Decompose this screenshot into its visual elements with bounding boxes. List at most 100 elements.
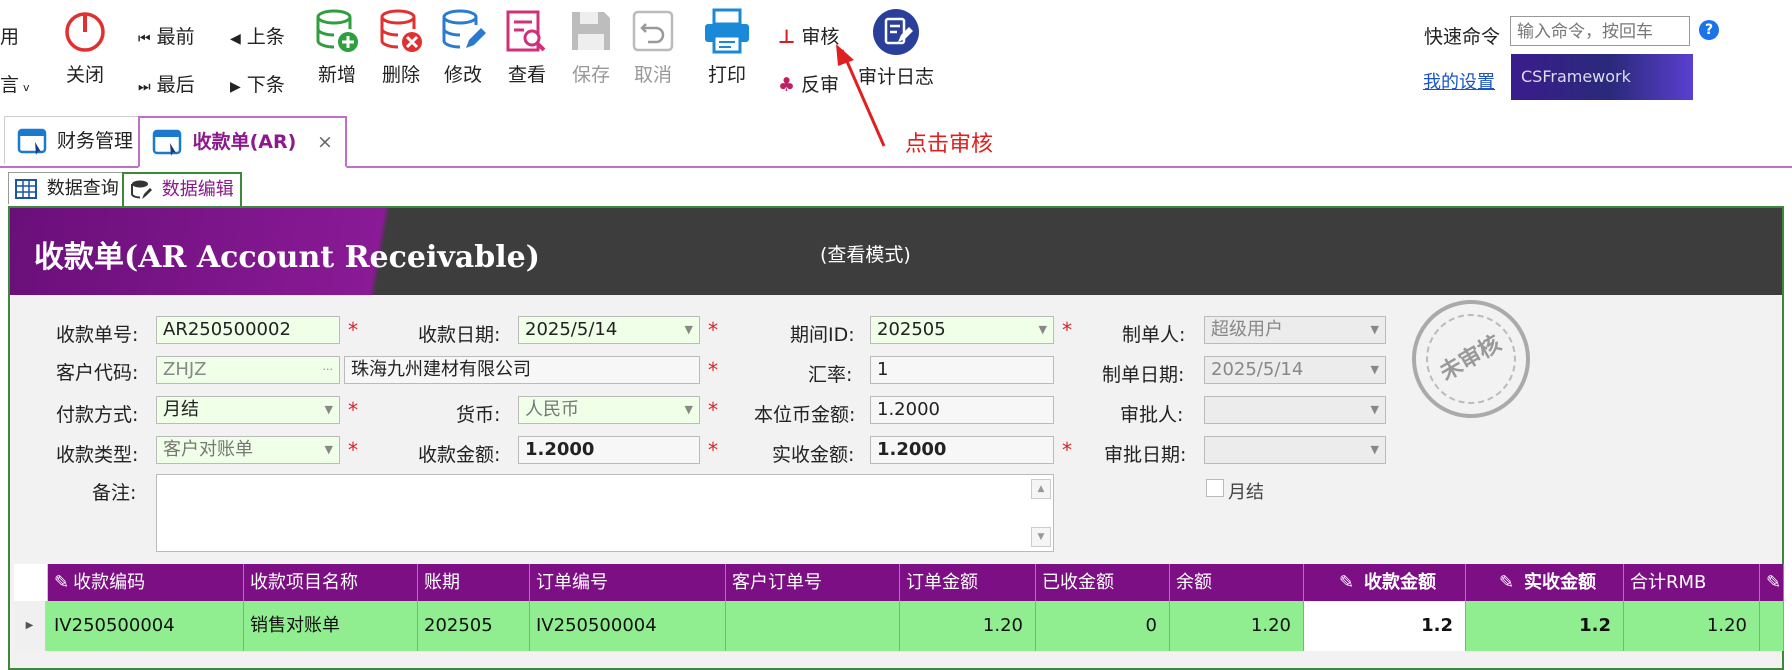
table-cell[interactable]: 1.2 bbox=[1304, 601, 1466, 651]
column-header[interactable]: 订单编号 bbox=[530, 564, 726, 601]
approve-date-field[interactable]: ▼ bbox=[1204, 436, 1386, 464]
tab-data-query[interactable]: 数据查询 bbox=[8, 172, 126, 204]
column-header[interactable]: 已收金额 bbox=[1036, 564, 1170, 601]
chevron-down-icon[interactable]: ▼ bbox=[685, 397, 693, 423]
customer-code-field[interactable]: ZHJZ ··· bbox=[156, 356, 340, 384]
quick-command-input[interactable]: 输入命令，按回车 bbox=[1510, 16, 1690, 46]
receipt-amount-field[interactable]: 1.2000 bbox=[518, 436, 700, 464]
column-header[interactable]: 订单金额 bbox=[900, 564, 1036, 601]
document-tabbar: 财务管理 收款单(AR) × bbox=[0, 114, 1792, 168]
chevron-down-icon[interactable]: ▼ bbox=[1371, 397, 1379, 423]
rate-field[interactable]: 1 bbox=[870, 356, 1054, 384]
receipt-date-field[interactable]: 2025/5/14 ▼ bbox=[518, 316, 700, 344]
print-button[interactable]: 打印 bbox=[700, 8, 754, 87]
chevron-down-icon[interactable]: ▼ bbox=[1371, 437, 1379, 463]
receipt-type-field[interactable]: 客户对账单 ▼ bbox=[156, 436, 340, 464]
column-header[interactable]: ✎ 收款编码 bbox=[48, 564, 244, 601]
period-field[interactable]: 202505 ▼ bbox=[870, 316, 1054, 344]
database-delete-icon bbox=[380, 9, 422, 52]
partial-menu-top[interactable]: 用 bbox=[0, 22, 19, 49]
table-cell[interactable]: 1.2 bbox=[1466, 601, 1624, 651]
receipt-no-label: 收款单号: bbox=[56, 324, 139, 346]
edit-icon: ✎ bbox=[54, 572, 70, 593]
receipt-amount-label: 收款金额: bbox=[418, 444, 501, 466]
pay-method-field[interactable]: 月结 ▼ bbox=[156, 396, 340, 424]
save-button[interactable]: 保存 bbox=[566, 8, 616, 87]
table-cell[interactable]: IV250500004 bbox=[530, 601, 726, 651]
chevron-down-icon[interactable]: ▼ bbox=[325, 437, 333, 463]
monthly-checkbox[interactable] bbox=[1206, 479, 1224, 497]
close-tab-icon[interactable]: × bbox=[317, 131, 333, 153]
table-cell[interactable]: 202505 bbox=[418, 601, 530, 651]
table-cell[interactable]: 1.20 bbox=[1170, 601, 1304, 651]
required-star: * bbox=[1062, 438, 1072, 462]
table-cell[interactable]: 0 bbox=[1036, 601, 1170, 651]
table-cell[interactable]: IV250500004 bbox=[48, 601, 244, 651]
cancel-button[interactable]: 取消 bbox=[628, 8, 678, 87]
csframework-logo: CSFramework bbox=[1511, 54, 1693, 100]
tab-receipt-ar[interactable]: 收款单(AR) × bbox=[138, 116, 347, 168]
actual-amount-field[interactable]: 1.2000 bbox=[870, 436, 1054, 464]
approver-field[interactable]: ▼ bbox=[1204, 396, 1386, 424]
table-cell-partial[interactable] bbox=[1760, 601, 1784, 651]
creator-field[interactable]: 超级用户 ▼ bbox=[1204, 316, 1386, 344]
chevron-down-icon[interactable]: ▼ bbox=[325, 397, 333, 423]
local-amount-field[interactable]: 1.2000 bbox=[870, 396, 1054, 424]
table-cell[interactable]: 销售对账单 bbox=[244, 601, 418, 651]
table-cell[interactable] bbox=[726, 601, 900, 651]
column-header[interactable]: 客户订单号 bbox=[726, 564, 900, 601]
delete-button[interactable]: 删除 bbox=[376, 8, 426, 87]
actual-amount-label: 实收金额: bbox=[772, 444, 855, 466]
edit-icon: ✎ bbox=[1766, 572, 1782, 593]
remark-textarea[interactable]: ▲ ▼ bbox=[156, 474, 1054, 552]
create-date-field[interactable]: 2025/5/14 ▼ bbox=[1204, 356, 1386, 384]
row-indicator-icon: ▶ bbox=[14, 601, 46, 651]
chevron-down-icon[interactable]: ▼ bbox=[1371, 317, 1379, 343]
first-record-button[interactable]: ⏮ 最前 bbox=[138, 22, 195, 49]
prev-record-button[interactable]: ◀ 上条 bbox=[230, 22, 285, 49]
prev-icon: ◀ bbox=[230, 31, 241, 47]
chevron-down-icon[interactable]: ▼ bbox=[1371, 357, 1379, 383]
grid-corner bbox=[14, 564, 48, 601]
user-stamp-icon: ♣ bbox=[778, 74, 796, 96]
required-star: * bbox=[708, 438, 718, 462]
column-header[interactable]: 余额 bbox=[1170, 564, 1304, 601]
column-header[interactable]: ✎ 收款金额 bbox=[1304, 564, 1466, 601]
last-record-button[interactable]: ⏭ 最后 bbox=[138, 70, 195, 97]
column-header[interactable]: ✎ 实收金额 bbox=[1466, 564, 1624, 601]
edit-button[interactable]: 修改 bbox=[438, 8, 488, 87]
tab-finance[interactable]: 财务管理 bbox=[4, 116, 147, 164]
grid-icon bbox=[15, 179, 37, 199]
partial-menu-bottom[interactable]: 言v bbox=[0, 70, 30, 97]
view-button[interactable]: 查看 bbox=[502, 8, 552, 87]
tab-data-edit[interactable]: 数据编辑 bbox=[122, 172, 242, 208]
scroll-down-icon[interactable]: ▼ bbox=[1031, 527, 1051, 547]
receipt-no-field[interactable]: AR250500002 bbox=[156, 316, 340, 344]
close-button[interactable]: 关闭 bbox=[60, 10, 110, 87]
table-cell[interactable]: 1.20 bbox=[900, 601, 1036, 651]
database-edit-icon bbox=[442, 9, 486, 49]
add-button[interactable]: 新增 bbox=[312, 8, 362, 87]
column-header[interactable]: 合计RMB bbox=[1624, 564, 1760, 601]
table-cell[interactable]: 1.20 bbox=[1624, 601, 1760, 651]
undo-icon bbox=[632, 10, 674, 52]
table-row[interactable]: ▶ IV250500004 销售对账单 202505 IV250500004 1… bbox=[14, 601, 1784, 651]
my-settings-link[interactable]: 我的设置 bbox=[1423, 68, 1495, 94]
chevron-down-icon[interactable]: ▼ bbox=[685, 317, 693, 343]
monthly-checkbox-label: 月结 bbox=[1228, 482, 1264, 503]
column-header[interactable]: 收款项目名称 bbox=[244, 564, 418, 601]
form-title: 收款单(AR Account Receivable) bbox=[34, 240, 540, 275]
currency-field[interactable]: 人民币 ▼ bbox=[518, 396, 700, 424]
column-header-partial[interactable]: ✎ bbox=[1760, 564, 1784, 601]
chevron-down-icon[interactable]: ▼ bbox=[1039, 317, 1047, 343]
edit-icon: ✎ bbox=[1338, 572, 1355, 593]
close-label: 关闭 bbox=[65, 64, 104, 86]
stamp-icon: ⊥ bbox=[778, 26, 796, 48]
column-header[interactable]: 账期 bbox=[418, 564, 530, 601]
customer-name-field[interactable]: 珠海九州建材有限公司 bbox=[344, 356, 700, 384]
ellipsis-icon[interactable]: ··· bbox=[323, 357, 334, 383]
approver-label: 审批人: bbox=[1120, 404, 1184, 426]
next-record-button[interactable]: ▶ 下条 bbox=[230, 70, 285, 97]
help-icon[interactable]: ? bbox=[1699, 20, 1719, 40]
scroll-up-icon[interactable]: ▲ bbox=[1031, 479, 1051, 499]
